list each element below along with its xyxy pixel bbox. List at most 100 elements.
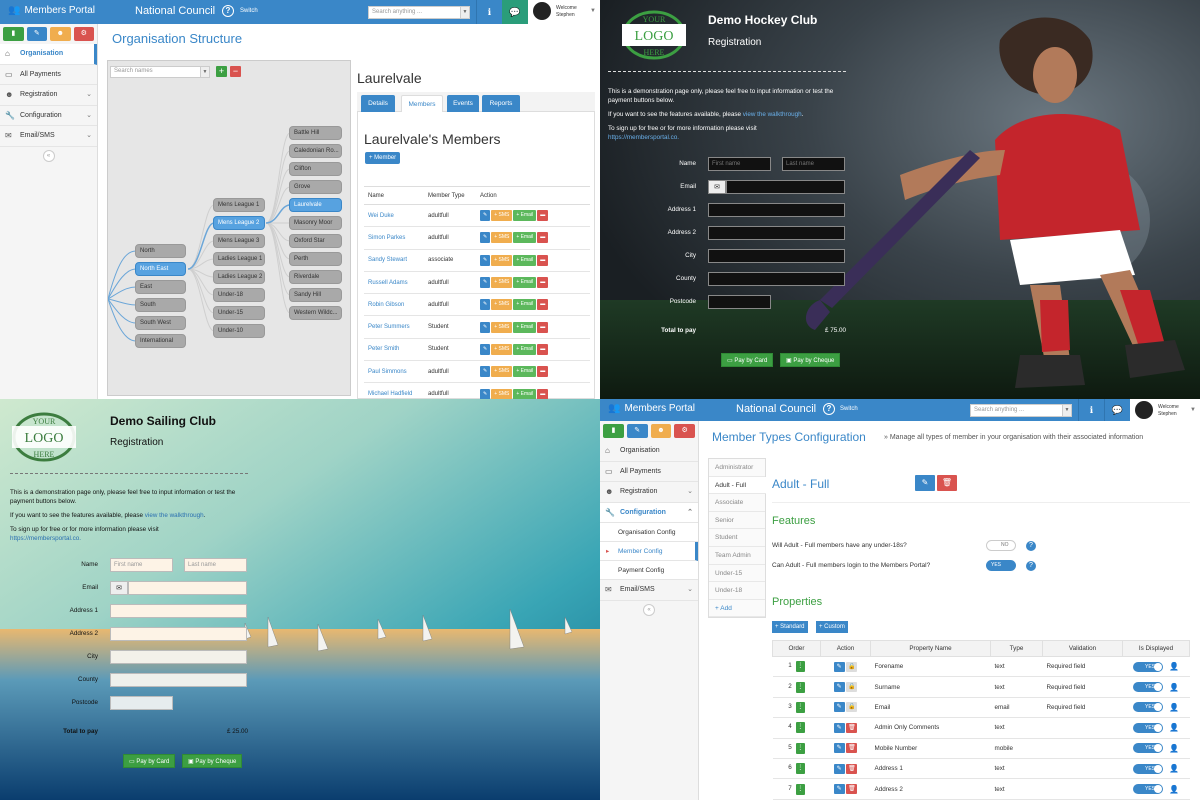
county-input[interactable] [110,673,247,687]
pay-by-card-button[interactable]: ▭ Pay by Card [123,754,176,768]
city-input[interactable] [708,249,845,263]
displayed-toggle[interactable]: YES [1133,682,1164,693]
remove-button[interactable]: ▬ [537,366,549,378]
email-button[interactable]: + Email [513,299,537,311]
tree-node-club[interactable]: Oxford Star [289,234,342,248]
sidebar-item-member-config[interactable]: ▸ Member Config [600,542,698,561]
person-icon[interactable]: 👤 [1169,683,1179,692]
tree-node-club[interactable]: Caledonian Ro... [289,144,342,158]
tree-search-input[interactable]: Search names ▼ [110,66,210,78]
add-custom-button[interactable]: + Custom [816,621,848,633]
delete-button[interactable]: 🗑 [846,722,858,733]
member-name[interactable]: Simon Parkes [364,226,424,250]
add-member-type-button[interactable]: + Add [709,600,765,618]
tree-node-league[interactable]: Ladies League 2 [213,270,265,284]
chart-icon[interactable]: ▮ [3,27,24,41]
sms-button[interactable]: + SMS [491,366,513,378]
address1-input[interactable] [708,203,845,217]
sidebar-item-registration[interactable]: ☻ Registration ⌄ [600,482,698,503]
edit-button[interactable]: ✎ [480,321,491,333]
tree-node-league[interactable]: Under-18 [213,288,265,302]
member-name[interactable]: Russell Adams [364,271,424,295]
tree-node-league[interactable]: Ladies League 1 [213,252,265,266]
member-name[interactable]: Paul Simmons [364,360,424,384]
add-member-button[interactable]: + Member [365,152,401,164]
edit-button[interactable]: ✎ [480,210,491,222]
chart-icon[interactable]: ▮ [603,424,624,438]
displayed-toggle[interactable]: YES [1133,661,1164,672]
switch-link[interactable]: Switch [240,8,258,14]
tab-reports[interactable]: Reports [482,95,520,112]
help-icon[interactable]: ? [1026,561,1036,571]
tree-node-region[interactable]: South [135,298,186,312]
sidebar-item-all-payments[interactable]: ▭ All Payments [600,462,698,482]
edit-button[interactable]: ✎ [833,784,845,795]
switch-link[interactable]: Switch [840,406,858,412]
column-header[interactable]: Member Type [424,186,476,205]
sidebar-item-email-sms[interactable]: ✉ Email/SMS ⌄ [0,126,97,147]
person-icon[interactable]: 👤 [1169,785,1179,794]
edit-button[interactable]: ✎ [833,722,845,733]
displayed-toggle[interactable]: YES [1133,784,1164,795]
edit-button[interactable]: ✎ [833,743,845,754]
tab-details[interactable]: Details [361,95,395,112]
help-icon[interactable]: ? [1026,541,1036,551]
tree-node-club[interactable]: Sandy Hill [289,288,342,302]
user-menu[interactable]: Welcome Stephen ▼ [1130,399,1200,421]
sidebar-item-organisation[interactable]: ⌂ Organisation [0,44,97,65]
delete-button[interactable]: 🗑 [846,784,858,795]
edit-button[interactable]: ✎ [833,763,845,774]
walkthrough-link[interactable]: view the walkthrough [743,111,802,118]
users-icon[interactable]: ☻ [50,27,71,41]
displayed-toggle[interactable]: YES [1133,743,1164,754]
member-type-item[interactable]: Administrator [709,459,765,477]
chevron-down-icon[interactable]: ▼ [460,7,469,18]
cogs-icon[interactable]: ⚙ [73,27,94,41]
pencil-icon[interactable]: ✎ [26,27,47,41]
last-name-input[interactable]: Last name [184,558,247,572]
email-button[interactable]: + Email [513,321,537,333]
sidebar-item-organisation-config[interactable]: Organisation Config [600,523,698,542]
add-standard-button[interactable]: + Standard [772,621,808,633]
member-name[interactable]: Wei Duke [364,204,424,228]
delete-button[interactable]: 🗑 [937,475,957,491]
walkthrough-link[interactable]: view the walkthrough [145,512,204,519]
member-name[interactable]: Robin Gibson [364,293,424,317]
sms-button[interactable]: + SMS [491,388,513,399]
chevron-down-icon[interactable]: ▼ [200,67,209,77]
address2-input[interactable] [110,627,247,641]
remove-node-button[interactable]: − [230,66,241,77]
remove-button[interactable]: ▬ [537,277,549,289]
users-icon[interactable]: ☻ [650,424,672,438]
tree-node-league[interactable]: Under-15 [213,306,265,320]
displayed-toggle[interactable]: YES [1133,722,1164,733]
remove-button[interactable]: ▬ [537,210,549,222]
collapse-icon[interactable]: « [643,603,655,616]
member-name[interactable]: Peter Summers [364,315,424,339]
search-input[interactable]: Search anything ... ▼ [368,6,470,19]
sidebar-item-configuration[interactable]: 🔧 Configuration ⌃ [600,502,698,523]
member-type-item[interactable]: Under-18 [709,582,765,600]
sms-button[interactable]: + SMS [491,299,513,311]
signup-link[interactable]: https://membersportal.co. [10,534,250,543]
sms-button[interactable]: + SMS [491,232,513,244]
search-input[interactable]: Search anything ... ▼ [970,404,1072,417]
sms-button[interactable]: + SMS [491,210,513,222]
collapse-icon[interactable]: « [42,149,55,162]
member-type-item[interactable]: Team Admin [709,547,765,565]
remove-button[interactable]: ▬ [537,299,549,311]
member-name[interactable]: Michael Hadfield [364,382,424,399]
login-toggle[interactable]: YES [986,560,1016,571]
drag-handle-icon[interactable]: ⋮ [795,701,805,713]
tree-node-region[interactable]: South West [135,316,186,330]
help-icon[interactable]: ? [222,5,234,17]
cogs-icon[interactable]: ⚙ [674,424,695,438]
email-button[interactable]: + Email [513,254,537,266]
delete-button[interactable]: 🗑 [846,763,858,774]
info-button[interactable]: ℹ [1078,399,1104,421]
email-button[interactable]: + Email [513,366,537,378]
brand[interactable]: 👥 Members Portal [608,403,695,414]
person-icon[interactable]: 👤 [1169,723,1179,732]
pencil-icon[interactable]: ✎ [626,424,648,438]
drag-handle-icon[interactable]: ⋮ [795,783,805,795]
